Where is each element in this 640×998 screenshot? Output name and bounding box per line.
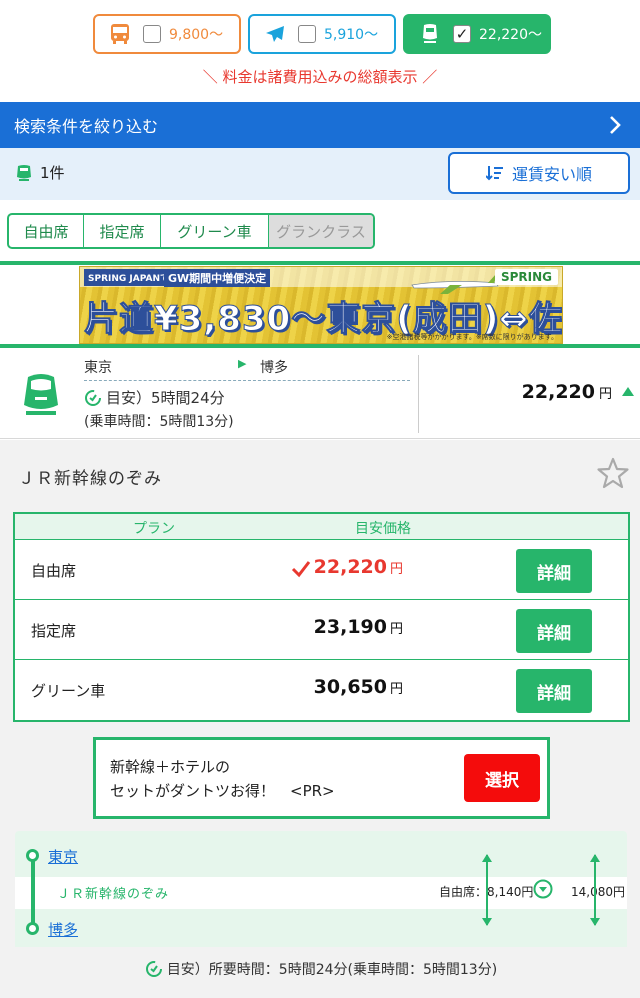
summary-price-value: 22,220: [521, 381, 595, 403]
banner-tag: SPRING JAPANで: [84, 269, 173, 286]
plan-name: 自由席: [31, 562, 77, 580]
route-total-time: 目安）所要時間：5時間24分(乗車時間：5時間13分): [15, 959, 627, 979]
summary-ride-time: (乗車時間：5時間13分): [84, 414, 234, 430]
plan-price-yen: 円: [389, 562, 403, 577]
route-line-name: ＪＲ新幹線のぞみ: [57, 887, 170, 902]
route-total-time-text: 目安）所要時間：5時間24分(乗車時間：5時間13分): [166, 962, 498, 978]
transport-mode-tabs: 9,800〜 5,910〜 ✓ 22,220〜: [93, 14, 551, 54]
plan-row-green: グリーン車 30,650 円 詳細: [15, 660, 628, 720]
plan-price-yen: 円: [389, 622, 403, 637]
chevron-down-circle-icon[interactable]: [533, 879, 553, 899]
bus-icon: [107, 21, 133, 47]
summary-duration-text: 目安）5時間24分: [106, 389, 225, 407]
mode-tab-air[interactable]: 5,910〜: [248, 14, 396, 54]
seat-tab-green[interactable]: グリーン車: [161, 215, 269, 247]
plan-price: 23,190 円: [255, 616, 403, 638]
mode-tab-bus[interactable]: 9,800〜: [93, 14, 241, 54]
plan-price-value: 23,190: [313, 616, 387, 638]
divider: [0, 261, 640, 265]
plan-detail-button[interactable]: 詳細: [516, 669, 592, 713]
plan-price: 22,220 円: [255, 556, 403, 578]
mode-price-train: 22,220〜: [479, 27, 542, 43]
seat-tab-gran-class: グランクラス: [269, 215, 373, 247]
station-dot: [26, 922, 39, 935]
sort-button[interactable]: 運賃安い順: [448, 152, 630, 194]
double-arrow-icon: [590, 854, 600, 926]
route-band: [15, 909, 627, 947]
plan-table: プラン 目安価格 自由席 22,220 円 詳細 指定席 23,190 円 詳細 グ…: [13, 512, 630, 722]
pr-text-line2: セットがダントツお得！ <PR>: [110, 782, 335, 800]
plan-price: 30,650 円: [255, 676, 403, 698]
route-detail: 東京 博多 ＪＲ新幹線のぞみ 自由席：8,140円 14,080円 目安）所要時…: [15, 831, 627, 998]
seat-tab-free[interactable]: 自由席: [9, 215, 84, 247]
dashed-divider: [84, 380, 410, 381]
result-count-text: 1件: [40, 164, 65, 182]
clock-icon: [85, 389, 101, 406]
route-station-from[interactable]: 東京: [48, 846, 78, 867]
route-line: [31, 861, 35, 929]
seat-tab-reserved[interactable]: 指定席: [84, 215, 161, 247]
station-dot: [26, 849, 39, 862]
banner-headline: GW期間中増便決定: [164, 269, 271, 287]
plan-price-value: 22,220: [313, 556, 387, 578]
mode-price-bus: 9,800〜: [169, 27, 224, 43]
plan-name: 指定席: [31, 622, 77, 640]
seat-type-tabs: 自由席 指定席 グリーン車 グランクラス: [7, 213, 375, 249]
summary-to: 博多: [260, 360, 288, 376]
train-icon: [17, 164, 31, 181]
chevron-right-icon: [610, 116, 621, 134]
ad-banner[interactable]: SPRING JAPANで GW期間中増便決定 SPRING 片道¥3,830〜…: [79, 266, 563, 344]
result-row: 1件 運賃安い順: [0, 148, 640, 200]
train-icon: [417, 21, 443, 47]
sort-icon: [485, 166, 503, 181]
plan-detail-button[interactable]: 詳細: [516, 609, 592, 653]
plan-header-price: 目安価格: [355, 521, 411, 537]
mode-tab-train[interactable]: ✓ 22,220〜: [403, 14, 551, 54]
filter-bar-label: 検索条件を絞り込む: [14, 117, 159, 136]
favorite-star-icon[interactable]: [596, 456, 630, 490]
plan-detail-button[interactable]: 詳細: [516, 549, 592, 593]
mode-checkbox-air[interactable]: [298, 25, 316, 43]
collapse-caret-icon[interactable]: [622, 387, 634, 396]
filter-bar[interactable]: 検索条件を絞り込む: [0, 102, 640, 148]
plan-price-value: 30,650: [313, 676, 387, 698]
summary-from: 東京: [84, 360, 112, 376]
plan-table-header: プラン 目安価格: [15, 514, 628, 540]
route-station-to[interactable]: 博多: [48, 919, 78, 940]
banner-fine-print: ※空港諸税等がかかります。※席数に限りがあります。: [386, 333, 558, 341]
divider: [418, 355, 419, 433]
clock-icon: [145, 961, 162, 977]
plan-price-yen: 円: [389, 682, 403, 697]
plan-header-plan: プラン: [133, 521, 175, 537]
mode-checkbox-train[interactable]: ✓: [453, 25, 471, 43]
summary-duration: 目安）5時間24分: [84, 387, 225, 408]
mode-checkbox-bus[interactable]: [143, 25, 161, 43]
pr-select-button[interactable]: 選択: [464, 754, 540, 802]
pr-text-line1: 新幹線＋ホテルの: [110, 758, 231, 776]
spring-logo: SPRING: [494, 269, 558, 285]
sort-button-label: 運賃安い順: [511, 165, 592, 184]
arrow-right-icon: ▶: [238, 357, 247, 370]
divider: [0, 344, 640, 348]
summary-price-yen: 円: [598, 387, 612, 402]
double-arrow-icon: [482, 854, 492, 926]
train-summary[interactable]: 東京 ▶ 博多 目安）5時間24分 (乗車時間：5時間13分) 22,220 円: [0, 349, 640, 439]
hotel-pr-box: 新幹線＋ホテルの セットがダントツお得！ <PR> 選択: [93, 737, 550, 819]
result-count: 1件: [14, 162, 65, 183]
train-detail: ＪＲ新幹線のぞみ プラン 目安価格 自由席 22,220 円 詳細 指定席 23,…: [0, 440, 640, 998]
fee-note: ＼ 料金は諸費用込みの総額表示 ／: [202, 68, 438, 86]
plan-row-free: 自由席 22,220 円 詳細: [15, 540, 628, 600]
mode-price-air: 5,910〜: [324, 27, 379, 43]
check-icon: ✓: [455, 24, 469, 43]
train-icon: [24, 374, 58, 415]
airplane-icon: [262, 21, 288, 47]
plan-name: グリーン車: [31, 682, 106, 700]
summary-price: 22,220 円: [500, 381, 612, 403]
line-name: ＪＲ新幹線のぞみ: [18, 469, 162, 489]
plan-row-reserved: 指定席 23,190 円 詳細: [15, 600, 628, 660]
route-band: [15, 831, 627, 877]
